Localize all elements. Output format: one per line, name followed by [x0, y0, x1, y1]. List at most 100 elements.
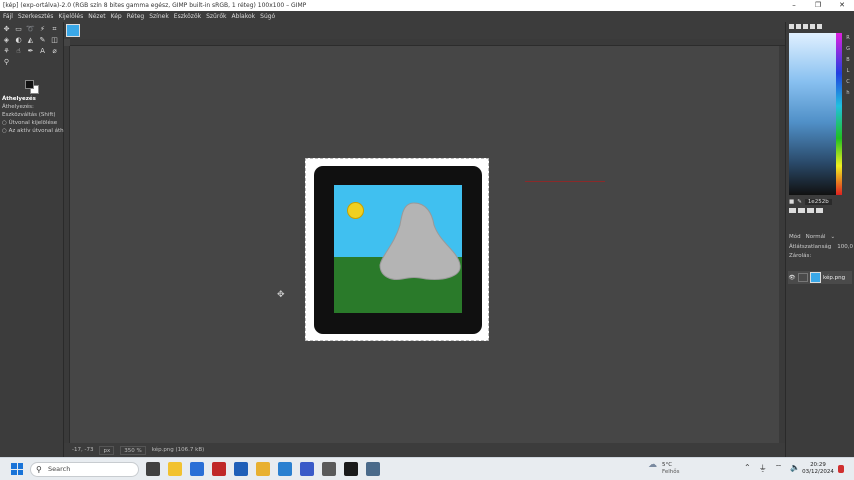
dock-tab-4[interactable] [810, 24, 815, 29]
dock-tabs [789, 24, 851, 32]
weather-widget[interactable]: ☁ 5°C Felhős [648, 461, 680, 476]
menu-windows[interactable]: Ablakok [231, 13, 255, 20]
menu-edit[interactable]: Szerkesztés [18, 13, 54, 20]
channel-b[interactable]: B [843, 55, 853, 66]
wifi-icon[interactable]: ⌔ [775, 463, 783, 474]
radio-active-path-label: Az aktív útvonal áth [8, 128, 64, 134]
taskbar: ⚲ Search ☁ 5°C Felhős ⌃ ⏚ ⌔ 🔈 20:29 03/1… [0, 457, 854, 480]
vscode-icon[interactable] [278, 462, 292, 476]
menu-view[interactable]: Nézet [88, 13, 105, 20]
zoom-select[interactable]: 350 % [120, 445, 146, 455]
status-file-info: kép.png (106.7 kB) [151, 447, 205, 453]
image-tab-thumbnail[interactable] [66, 24, 80, 37]
color-picker-tool-icon[interactable]: ⌀ [50, 47, 59, 55]
shield-app-icon[interactable] [256, 462, 270, 476]
warp-tool-icon[interactable]: ◐ [14, 36, 23, 44]
fuzzy-select-tool-icon[interactable]: ⚡ [38, 25, 47, 33]
chevron-up-icon[interactable]: ⌃ [744, 463, 751, 474]
channel-g[interactable]: G [843, 44, 853, 55]
start-button[interactable] [11, 463, 23, 475]
color-swatch-icon[interactable]: ■ [789, 199, 794, 205]
eyedropper-icon[interactable]: ✎ [797, 199, 802, 205]
taskbar-search[interactable]: ⚲ Search [30, 462, 139, 477]
swatch-3[interactable] [807, 208, 814, 213]
transform-tool-icon[interactable]: ◈ [2, 36, 11, 44]
swatch-2[interactable] [798, 208, 805, 213]
lasso-tool-icon[interactable]: ➰ [26, 25, 35, 33]
dock-tab-3[interactable] [803, 24, 808, 29]
image-layer[interactable] [305, 158, 489, 341]
zoom-tool-icon[interactable]: ⚲ [2, 58, 11, 66]
paintbrush-tool-icon[interactable]: ✎ [38, 36, 47, 44]
maximize-button[interactable]: ❐ [806, 0, 830, 11]
unit-select[interactable]: px [99, 445, 115, 455]
clock-time: 20:29 [810, 462, 826, 468]
file-explorer-icon[interactable] [168, 462, 182, 476]
tool-options-title: Áthelyezés [2, 96, 36, 102]
menu-help[interactable]: Súgó [260, 13, 275, 20]
task-view-icon[interactable] [146, 462, 160, 476]
menu-layer[interactable]: Réteg [127, 13, 144, 20]
swatch-4[interactable] [816, 208, 823, 213]
horizontal-ruler[interactable] [70, 39, 785, 46]
opacity-label: Átlátszatlanság [789, 244, 832, 250]
window-title-bar: [kép] (exp-ortálva)-2.0 (RGB szín 8 bite… [0, 0, 854, 11]
menu-select[interactable]: Kijelölés [58, 13, 83, 20]
gimp-app-icon[interactable] [366, 462, 380, 476]
dock-tab-1[interactable] [789, 24, 794, 29]
channel-h[interactable]: h [843, 88, 853, 99]
app-icon[interactable] [300, 462, 314, 476]
gimp-tray-icon[interactable] [322, 462, 336, 476]
crop-tool-icon[interactable]: ⌗ [50, 25, 59, 33]
layer-thumbnail [810, 272, 821, 283]
color-channel-letters: R G B L C h [843, 33, 853, 99]
hex-input[interactable]: 1e252b [804, 198, 832, 205]
taskbar-clock[interactable]: 20:29 03/12/2024 [795, 462, 841, 476]
notification-icon[interactable] [838, 465, 844, 473]
dock-tab-5[interactable] [817, 24, 822, 29]
opacity-value[interactable]: 100,0 [837, 244, 853, 250]
close-button[interactable]: ✕ [830, 0, 854, 11]
windows-logo-tile-4 [17, 469, 23, 475]
text-tool-icon[interactable]: A [38, 47, 47, 55]
word-icon[interactable] [234, 462, 248, 476]
mail-icon[interactable] [190, 462, 204, 476]
move-tool-icon[interactable]: ✥ [2, 25, 11, 33]
fg-bg-colors[interactable] [25, 80, 39, 94]
chain-icon[interactable] [798, 273, 808, 282]
dock-tab-2[interactable] [796, 24, 801, 29]
minimize-button[interactable]: – [782, 0, 806, 11]
usb-icon[interactable]: ⏚ [759, 463, 767, 474]
smudge-tool-icon[interactable]: ☝ [14, 47, 23, 55]
canvas[interactable]: ✥ [70, 46, 779, 453]
terminal-icon[interactable] [344, 462, 358, 476]
channel-r[interactable]: R [843, 33, 853, 44]
menu-colors[interactable]: Színek [149, 13, 169, 20]
clone-tool-icon[interactable]: ⚘ [2, 47, 11, 55]
layer-name[interactable]: kép.png [823, 275, 845, 281]
channel-l[interactable]: L [843, 66, 853, 77]
eraser-tool-icon[interactable]: ◫ [50, 36, 59, 44]
chevron-down-icon[interactable]: ⌄ [831, 234, 836, 240]
paths-tool-icon[interactable]: ✒ [26, 47, 35, 55]
menu-filters[interactable]: Szűrők [206, 13, 226, 20]
mode-select[interactable]: Normál [806, 234, 826, 240]
layer-row[interactable]: 👁 kép.png [788, 271, 852, 284]
pdf-reader-icon[interactable] [212, 462, 226, 476]
layer-swatches [789, 208, 851, 224]
swatch-1[interactable] [789, 208, 796, 213]
color-selector-strip[interactable] [836, 33, 842, 195]
radio-pick-path[interactable]: ○ Útvonal kijelölése [0, 119, 64, 127]
menu-image[interactable]: Kép [111, 13, 122, 20]
channel-c[interactable]: C [843, 77, 853, 88]
foreground-color-swatch[interactable] [25, 80, 34, 89]
system-tray: ⌃ ⏚ ⌔ 🔈 [744, 463, 800, 474]
bucket-fill-tool-icon[interactable]: ◭ [26, 36, 35, 44]
color-selector-field[interactable] [789, 33, 837, 195]
status-bar: -17, -73 px 350 % kép.png (106.7 kB) [64, 443, 785, 457]
menu-tools[interactable]: Eszközök [174, 13, 201, 20]
eye-icon[interactable]: 👁 [788, 275, 796, 281]
rect-select-tool-icon[interactable]: ▭ [14, 25, 23, 33]
radio-active-path[interactable]: ○ Az aktív útvonal áth [0, 127, 64, 135]
menu-file[interactable]: Fájl [3, 13, 13, 20]
